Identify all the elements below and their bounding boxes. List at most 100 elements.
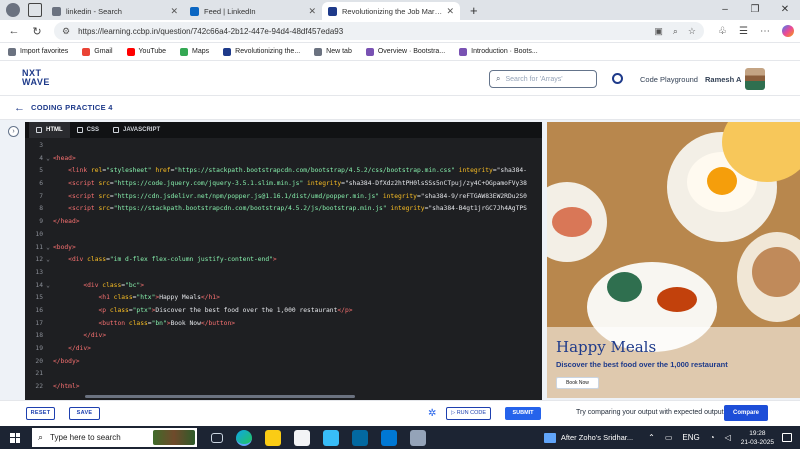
- fold-chevron-icon[interactable]: [43, 203, 53, 216]
- notifications-icon[interactable]: [782, 433, 792, 442]
- code-editor[interactable]: HTML CSS JAVASCRIPT 3 4 ⌄ <head> 5 <link rel…: [25, 122, 542, 400]
- fold-chevron-icon[interactable]: [43, 368, 53, 381]
- fold-chevron-icon[interactable]: [43, 267, 53, 280]
- bookmark-item[interactable]: YouTube: [126, 47, 166, 56]
- wifi-icon[interactable]: ◔: [710, 433, 715, 442]
- fold-chevron-icon[interactable]: [43, 165, 53, 178]
- new-tab-icon[interactable]: +: [470, 3, 478, 18]
- fold-chevron-icon[interactable]: [43, 229, 53, 242]
- browser-tab[interactable]: linkedin - Search ✕: [46, 2, 184, 20]
- code-line[interactable]: 9 </head>: [25, 216, 542, 229]
- app-available-icon[interactable]: ▣: [654, 26, 663, 37]
- zoom-icon[interactable]: ⌕: [673, 26, 678, 37]
- fold-chevron-icon[interactable]: ⌄: [43, 280, 53, 293]
- copilot-icon[interactable]: [781, 25, 794, 37]
- code-line[interactable]: 8 <script src="https://stackpath.bootstr…: [25, 203, 542, 216]
- code-line[interactable]: 4 ⌄ <head>: [25, 153, 542, 166]
- close-tab-icon[interactable]: ✕: [170, 6, 178, 17]
- bookmark-item[interactable]: Overview · Bootstra...: [365, 47, 445, 56]
- expand-panel-icon[interactable]: ›: [8, 126, 19, 137]
- code-line[interactable]: 10: [25, 229, 542, 242]
- code-line[interactable]: 21: [25, 368, 542, 381]
- close-tab-icon[interactable]: ✕: [446, 6, 454, 17]
- theme-toggle-icon[interactable]: [612, 73, 623, 84]
- compare-button[interactable]: Compare: [724, 405, 768, 421]
- nxtwave-logo[interactable]: NXT WAVE: [22, 69, 50, 87]
- tab-css[interactable]: CSS: [70, 122, 106, 138]
- book-now-button[interactable]: Book Now: [556, 377, 599, 389]
- code-line[interactable]: 12 ⌄ <div class="im d-flex flex-column ju…: [25, 254, 542, 267]
- fold-chevron-icon[interactable]: [43, 216, 53, 229]
- close-window-icon[interactable]: ✕: [770, 0, 800, 20]
- outlook-icon[interactable]: [352, 429, 368, 446]
- edge-browser-icon[interactable]: [236, 429, 252, 446]
- code-line[interactable]: 3: [25, 140, 542, 153]
- volume-icon[interactable]: ◁: [725, 433, 731, 442]
- reset-button[interactable]: RESET: [26, 407, 55, 420]
- horizontal-scrollbar[interactable]: [85, 395, 355, 398]
- refresh-icon[interactable]: ↻: [28, 25, 46, 38]
- page-title[interactable]: CODING PRACTICE 4: [31, 103, 113, 112]
- avatar[interactable]: [745, 68, 765, 90]
- outlook-mail-icon[interactable]: [381, 429, 397, 446]
- code-line[interactable]: 17 <button class="bn">Book Now</button>: [25, 318, 542, 331]
- fold-chevron-icon[interactable]: [43, 356, 53, 369]
- fold-chevron-icon[interactable]: [43, 381, 53, 394]
- fold-chevron-icon[interactable]: [43, 140, 53, 153]
- bookmark-item[interactable]: New tab: [314, 47, 352, 56]
- code-line[interactable]: 15 <h1 class="htx">Happy Meals</h1>: [25, 292, 542, 305]
- network-icon[interactable]: ▭: [665, 433, 673, 442]
- tab-javascript[interactable]: JAVASCRIPT: [106, 122, 167, 138]
- url-field[interactable]: ⚙ https://learning.ccbp.in/question/742c…: [54, 22, 704, 40]
- code-line[interactable]: 5 <link rel="stylesheet" href="https://s…: [25, 165, 542, 178]
- maximize-icon[interactable]: ❐: [740, 0, 770, 20]
- minimize-icon[interactable]: –: [710, 0, 740, 20]
- fold-chevron-icon[interactable]: ⌄: [43, 242, 53, 255]
- browser-tab-active[interactable]: Revolutionizing the Job Market | NxtWave…: [322, 2, 460, 20]
- code-line[interactable]: 11 ⌄ <body>: [25, 242, 542, 255]
- bookmark-item[interactable]: Import favorites: [8, 47, 68, 56]
- user-name[interactable]: Ramesh A: [705, 75, 741, 84]
- taskbar-search-input[interactable]: ⌕ Type here to search: [32, 428, 197, 447]
- extensions-icon[interactable]: ♧: [718, 26, 727, 37]
- fold-chevron-icon[interactable]: ⌄: [43, 153, 53, 166]
- favorites-icon[interactable]: ☰: [739, 26, 748, 37]
- code-line[interactable]: 16 <p class="ptx">Discover the best food…: [25, 305, 542, 318]
- code-line[interactable]: 13: [25, 267, 542, 280]
- bookmark-item[interactable]: Gmail: [82, 47, 113, 56]
- photos-app-icon[interactable]: [323, 429, 339, 446]
- close-tab-icon[interactable]: ✕: [308, 6, 316, 17]
- submit-button[interactable]: SUBMIT: [505, 407, 541, 420]
- fold-chevron-icon[interactable]: [43, 191, 53, 204]
- tab-html[interactable]: HTML: [29, 122, 70, 138]
- code-line[interactable]: 6 <script src="https://code.jquery.com/j…: [25, 178, 542, 191]
- fold-chevron-icon[interactable]: [43, 330, 53, 343]
- back-arrow-icon[interactable]: ←: [14, 102, 25, 114]
- file-explorer-icon[interactable]: [265, 429, 281, 446]
- more-icon[interactable]: ⋯: [760, 26, 770, 37]
- bookmark-item[interactable]: Maps: [180, 47, 209, 56]
- code-line[interactable]: 20 </body>: [25, 356, 542, 369]
- fold-chevron-icon[interactable]: [43, 305, 53, 318]
- bookmark-item[interactable]: Introduction · Boots...: [459, 47, 538, 56]
- settings-gear-icon[interactable]: ✲: [428, 408, 436, 419]
- news-widget[interactable]: After Zoho's Sridhar...: [543, 432, 633, 443]
- run-code-button[interactable]: ▷ RUN CODE: [446, 407, 491, 420]
- search-input[interactable]: ⌕ Search for 'Arrays': [489, 70, 597, 88]
- fold-chevron-icon[interactable]: [43, 292, 53, 305]
- code-line[interactable]: 22 </html>: [25, 381, 542, 394]
- code-line[interactable]: 14 ⌄ <div class="bc">: [25, 280, 542, 293]
- browser-tab[interactable]: Feed | LinkedIn ✕: [184, 2, 322, 20]
- code-line[interactable]: 18 </div>: [25, 330, 542, 343]
- clock[interactable]: 19:28 21-03-2025: [741, 429, 774, 447]
- code-line[interactable]: 19 </div>: [25, 343, 542, 356]
- windows-start-icon[interactable]: [10, 432, 20, 443]
- favorite-star-icon[interactable]: ☆: [688, 26, 696, 37]
- microsoft-store-icon[interactable]: [294, 429, 310, 446]
- tab-actions-icon[interactable]: [28, 3, 42, 17]
- code-lines[interactable]: 3 4 ⌄ <head> 5 <link rel="stylesheet" href="…: [25, 140, 542, 394]
- save-button[interactable]: SAVE: [69, 407, 100, 420]
- bookmark-item[interactable]: Revolutionizing the...: [223, 47, 300, 56]
- chevron-up-icon[interactable]: ⌃: [648, 433, 655, 442]
- code-line[interactable]: 7 <script src="https://cdn.jsdelivr.net/…: [25, 191, 542, 204]
